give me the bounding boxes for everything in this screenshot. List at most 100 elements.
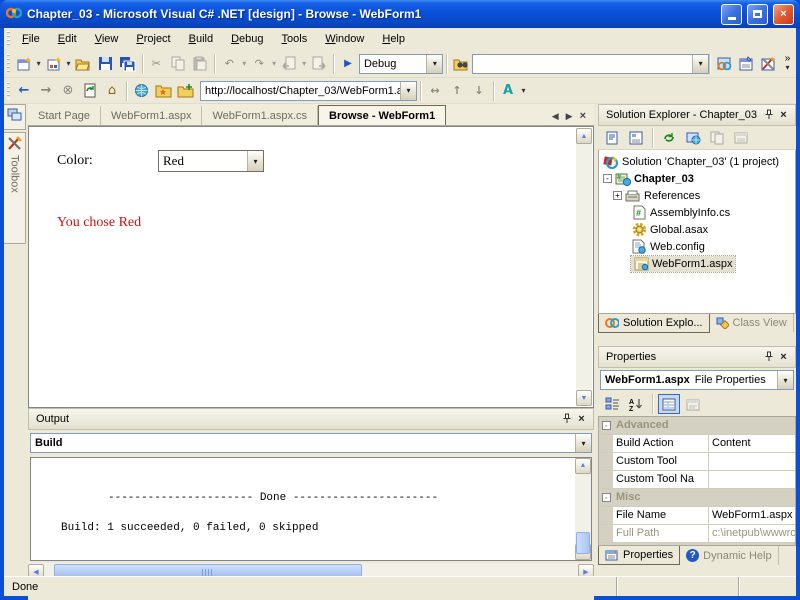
font-size-icon[interactable]: A (497, 80, 519, 102)
property-row-build-action[interactable]: Build Action Content (599, 435, 795, 453)
close-icon[interactable]: × (776, 350, 791, 365)
server-explorer-tab[interactable] (4, 104, 26, 130)
new-project-icon[interactable] (13, 53, 35, 75)
navigate-backward-icon[interactable] (278, 53, 300, 75)
tree-item-webform1[interactable]: WebForm1.aspx (599, 255, 795, 272)
tab-solution-explorer[interactable]: Solution Explo... (598, 314, 710, 333)
tree-item-assemblyinfo[interactable]: # AssemblyInfo.cs (599, 204, 795, 221)
scroll-up-icon[interactable]: ▲ (575, 458, 591, 474)
pin-icon[interactable] (559, 412, 574, 427)
color-dropdown[interactable]: Red ▾ (158, 150, 264, 172)
pin-icon[interactable] (761, 350, 776, 365)
property-value[interactable] (709, 471, 795, 488)
toolbar-grip[interactable] (7, 31, 10, 46)
refresh-icon[interactable] (79, 80, 101, 102)
menu-build[interactable]: Build (180, 30, 222, 48)
toolbar-grip[interactable] (7, 82, 10, 100)
tab-browse-webform1[interactable]: Browse - WebForm1 (318, 105, 446, 125)
scroll-up-icon[interactable]: ▲ (576, 128, 592, 144)
copy-icon[interactable] (167, 53, 189, 75)
add-item-icon[interactable] (43, 53, 65, 75)
redo-icon[interactable]: ↷ (248, 53, 270, 75)
minimize-button[interactable] (721, 4, 742, 25)
properties-sheet-icon[interactable] (658, 394, 680, 414)
up-level-icon[interactable]: ↑ (446, 80, 468, 102)
stop-icon[interactable]: ⊗ (57, 80, 79, 102)
chevron-down-icon[interactable]: ▾ (777, 371, 793, 389)
property-value[interactable]: Content (709, 435, 795, 452)
menu-project[interactable]: Project (127, 30, 179, 48)
cut-icon[interactable]: ✂ (145, 53, 167, 75)
property-pages-icon[interactable] (682, 394, 704, 414)
tab-class-view[interactable]: Class View (710, 314, 794, 332)
navigate-back-icon[interactable]: ← (13, 80, 35, 102)
toolbox-icon[interactable] (757, 53, 779, 75)
find-in-files-icon[interactable] (450, 53, 472, 75)
chevron-down-icon[interactable]: ▾ (692, 55, 708, 73)
toolbox-tab[interactable]: Toolbox (4, 132, 26, 244)
properties-window-icon[interactable] (735, 53, 757, 75)
alphabetical-sort-icon[interactable]: AZ (625, 394, 647, 414)
web-search-icon[interactable] (130, 80, 152, 102)
tab-webform1-aspx-cs[interactable]: WebForm1.aspx.cs (202, 106, 318, 125)
browser-vertical-scrollbar[interactable]: ▲ ▼ (576, 128, 592, 406)
scroll-tabs-left-icon[interactable]: ◀ (552, 111, 559, 122)
down-level-icon[interactable]: ↓ (468, 80, 490, 102)
output-text-area[interactable]: ---------------------- Done ------------… (30, 457, 592, 561)
chevron-down-icon[interactable]: ▾ (400, 82, 416, 100)
toolbar-options[interactable]: » ▾ (783, 55, 792, 72)
expand-icon[interactable]: + (613, 191, 622, 200)
collapse-icon[interactable]: - (602, 421, 611, 430)
menu-help[interactable]: Help (373, 30, 414, 48)
font-size-dropdown[interactable]: ▾ (519, 86, 528, 95)
property-value[interactable]: WebForm1.aspx (709, 507, 795, 524)
new-project-dropdown[interactable]: ▾ (35, 59, 43, 68)
category-advanced[interactable]: - Advanced (599, 417, 795, 435)
menu-file[interactable]: File (13, 30, 49, 48)
category-misc[interactable]: - Misc (599, 489, 795, 507)
properties-object-combo[interactable]: WebForm1.aspx File Properties ▾ (600, 370, 794, 390)
copy-project-icon[interactable] (706, 128, 728, 148)
view-code-icon[interactable] (601, 128, 623, 148)
chevron-down-icon[interactable]: ▾ (247, 151, 263, 171)
properties-icon[interactable] (730, 128, 752, 148)
property-row-custom-tool[interactable]: Custom Tool (599, 453, 795, 471)
menu-view[interactable]: View (86, 30, 128, 48)
menu-edit[interactable]: Edit (49, 30, 86, 48)
tree-item-global-asax[interactable]: Global.asax (599, 221, 795, 238)
start-debug-icon[interactable]: ▶ (337, 53, 359, 75)
navigate-forward-icon[interactable] (308, 53, 330, 75)
menu-debug[interactable]: Debug (222, 30, 272, 48)
address-combo[interactable]: http://localhost/Chapter_03/WebForm1.as … (200, 81, 417, 101)
save-icon[interactable] (95, 53, 117, 75)
sync-contents-icon[interactable]: ↔ (424, 80, 446, 102)
tab-webform1-aspx[interactable]: WebForm1.aspx (101, 106, 203, 125)
collapse-icon[interactable]: - (602, 493, 611, 502)
navigate-backward-dropdown[interactable]: ▾ (300, 59, 308, 68)
close-icon[interactable]: × (574, 412, 589, 427)
toolbar-grip[interactable] (7, 54, 10, 73)
close-icon[interactable]: × (776, 108, 791, 123)
chevron-down-icon[interactable]: ▾ (426, 55, 442, 73)
save-all-icon[interactable] (117, 53, 139, 75)
close-document-icon[interactable]: × (580, 110, 586, 122)
menu-window[interactable]: Window (316, 30, 373, 48)
tree-item-references[interactable]: + References (599, 187, 795, 204)
menu-tools[interactable]: Tools (273, 30, 317, 48)
refresh-icon[interactable] (658, 128, 680, 148)
output-vertical-scrollbar[interactable]: ▲ ▼ (575, 458, 591, 560)
tree-item-solution[interactable]: Solution 'Chapter_03' (1 project) (599, 153, 795, 170)
add-item-dropdown[interactable]: ▾ (65, 59, 73, 68)
view-designer-icon[interactable] (625, 128, 647, 148)
solution-configurations-combo[interactable]: Debug ▾ (359, 54, 443, 74)
property-row-file-name[interactable]: File Name WebForm1.aspx (599, 507, 795, 525)
property-value[interactable] (709, 453, 795, 470)
pin-icon[interactable] (761, 108, 776, 123)
solution-explorer-icon[interactable] (713, 53, 735, 75)
collapse-icon[interactable]: - (603, 174, 612, 183)
open-file-icon[interactable] (73, 53, 95, 75)
property-row-custom-tool-namespace[interactable]: Custom Tool Na (599, 471, 795, 489)
categorized-icon[interactable] (601, 394, 623, 414)
property-row-full-path[interactable]: Full Path c:\inetpub\wwwroot\ (599, 525, 795, 543)
add-favorite-icon[interactable] (174, 80, 196, 102)
